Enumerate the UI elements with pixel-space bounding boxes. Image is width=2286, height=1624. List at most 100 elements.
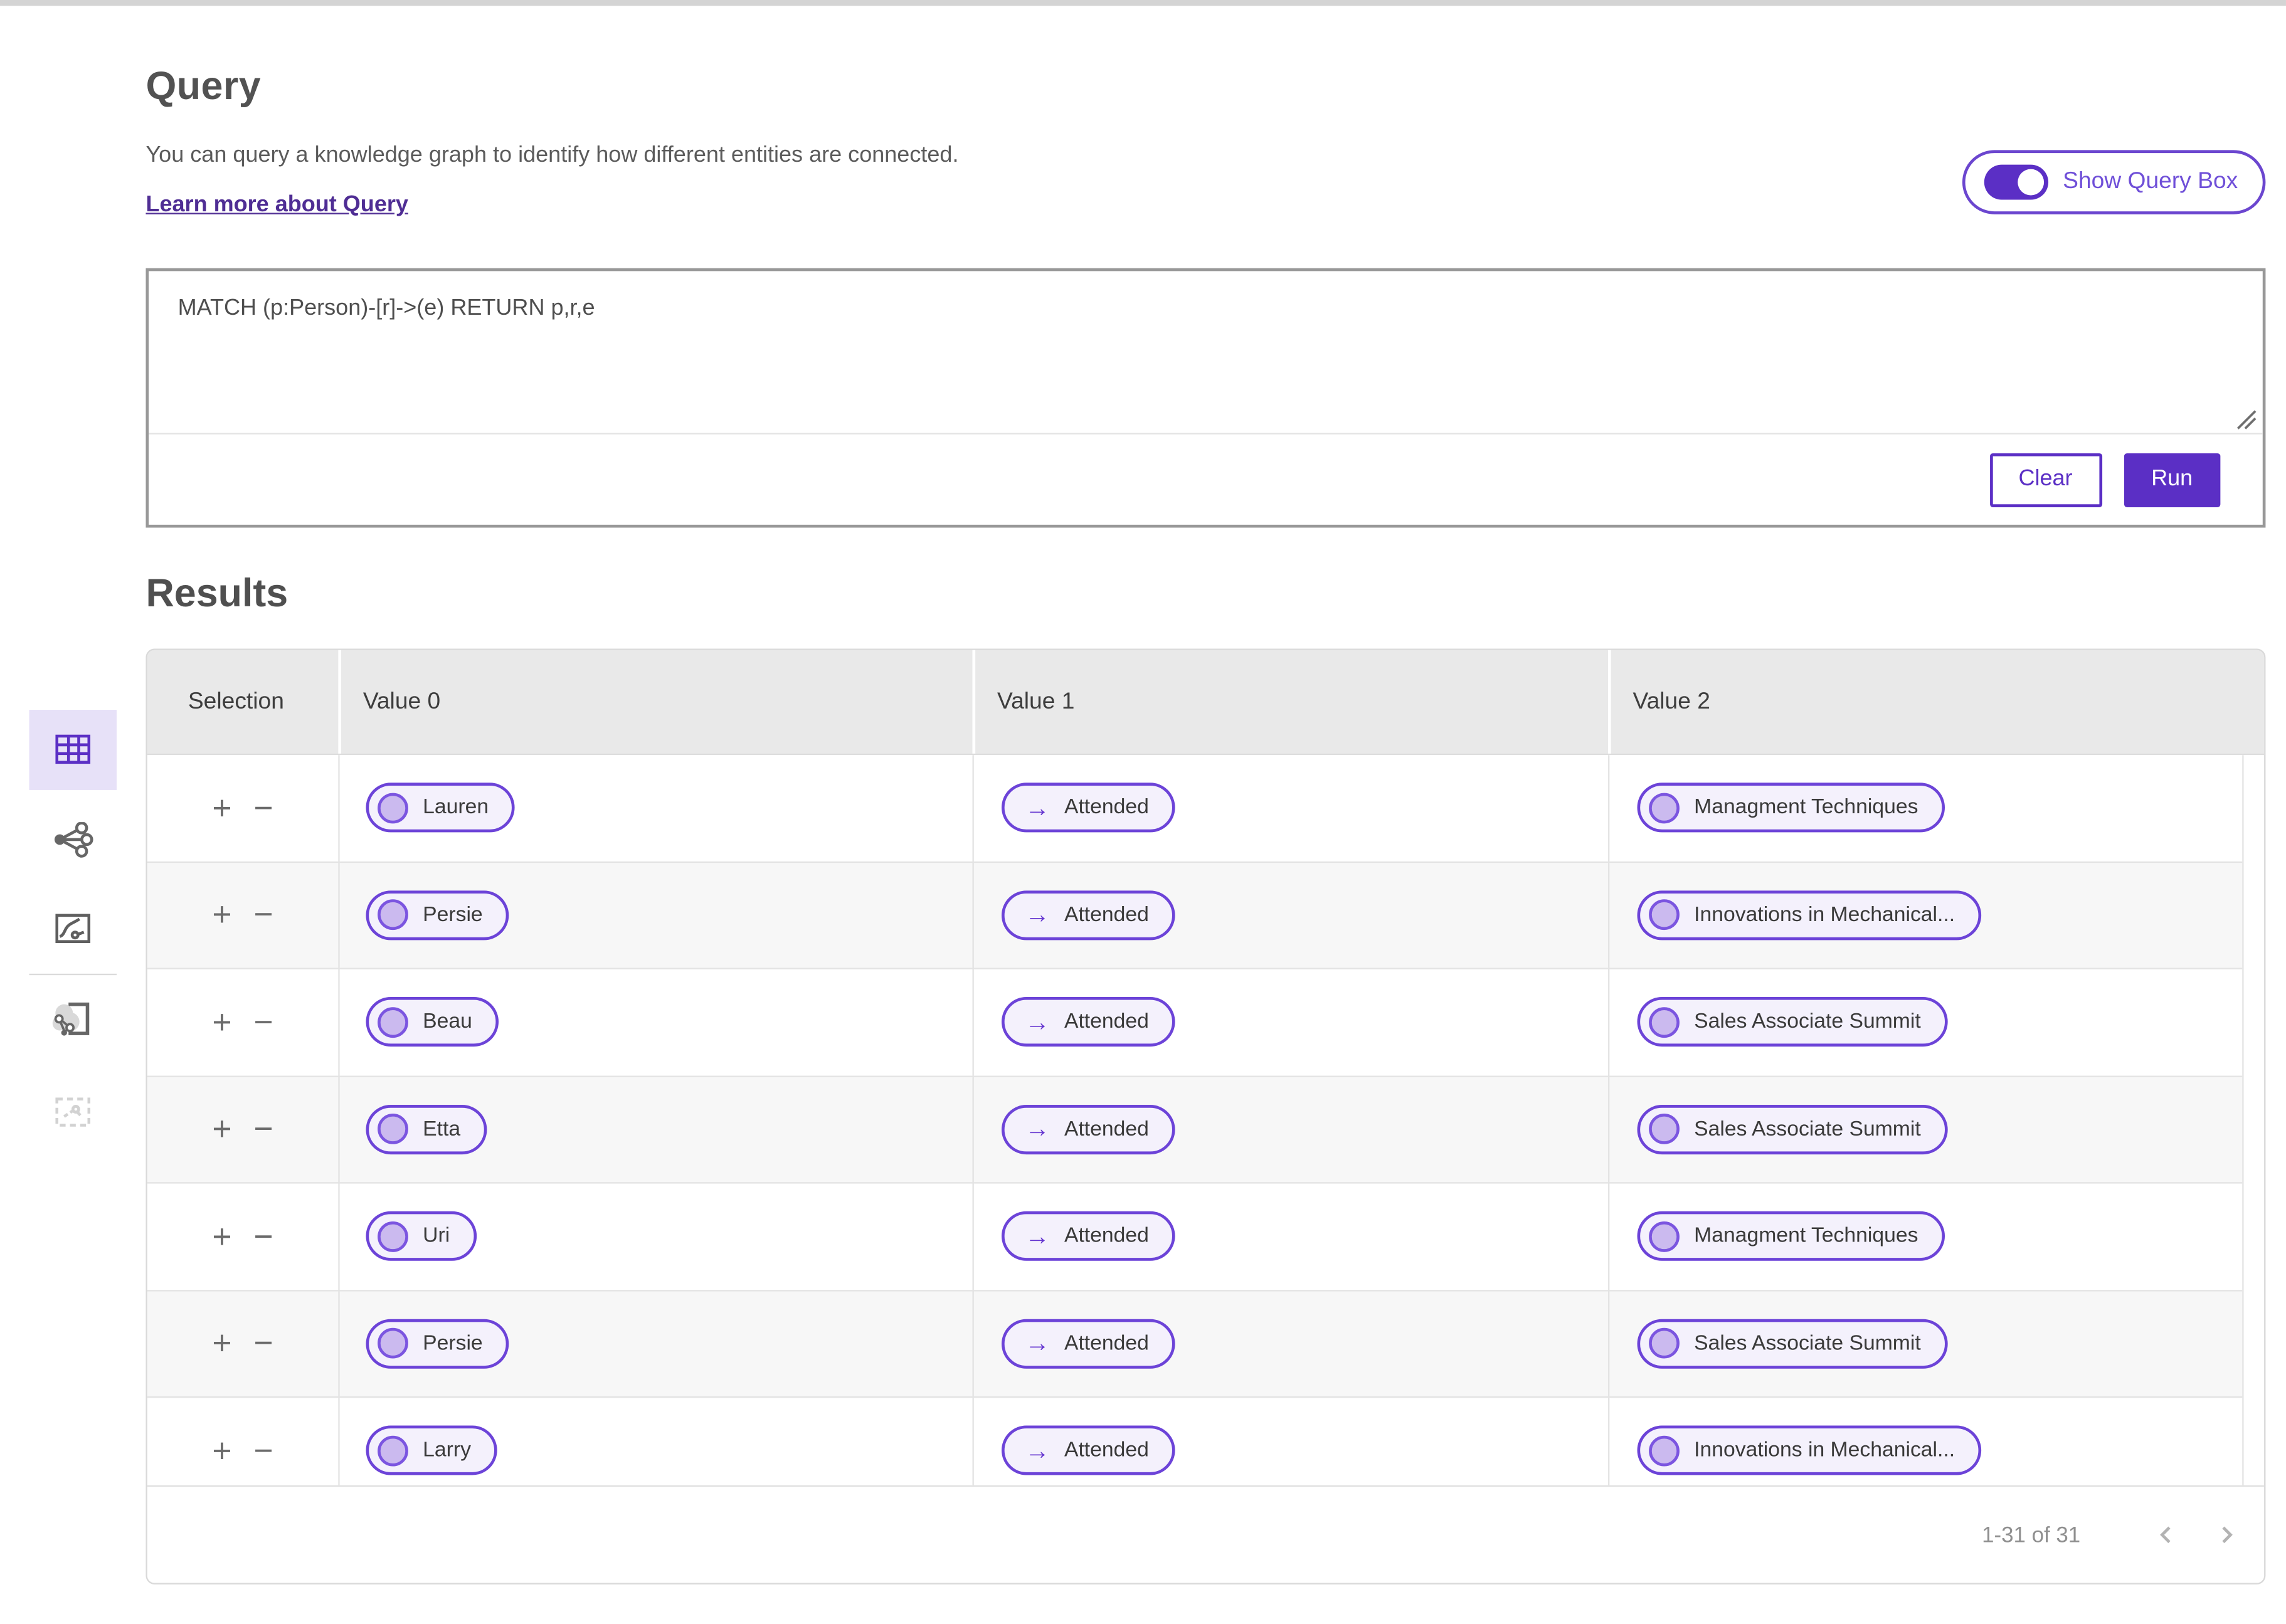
node-icon xyxy=(1649,1435,1680,1466)
dashed-box-icon xyxy=(55,1097,90,1126)
relation-pill[interactable]: →Attended xyxy=(1002,1319,1175,1368)
query-box: MATCH (p:Person)-[r]->(e) RETURN p,r,e C… xyxy=(146,268,2265,528)
node-label: Managment Techniques xyxy=(1694,796,1918,820)
node-pill[interactable]: Larry xyxy=(366,1426,497,1475)
node-label: Sales Associate Summit xyxy=(1694,1332,1921,1355)
node-pill[interactable]: Etta xyxy=(366,1104,486,1154)
table-row: + − Lauren → Attended Managment Technique… xyxy=(147,755,2242,862)
arrow-right-icon: → xyxy=(1025,1224,1050,1249)
node-icon xyxy=(1649,1114,1680,1145)
column-divider xyxy=(2242,755,2243,1485)
column-divider xyxy=(973,755,974,1485)
add-to-selection-button[interactable]: + xyxy=(212,1005,231,1038)
graph-frame-icon xyxy=(53,1000,93,1040)
arrow-right-icon: → xyxy=(1025,796,1050,821)
add-to-selection-button[interactable]: + xyxy=(212,899,231,932)
add-to-selection-button[interactable]: + xyxy=(212,1327,231,1360)
node-label: Uri xyxy=(423,1225,450,1248)
add-to-selection-button[interactable]: + xyxy=(212,1434,231,1467)
relation-pill[interactable]: →Attended xyxy=(1002,1426,1175,1475)
remove-from-selection-button[interactable]: − xyxy=(253,791,273,825)
query-footer: Clear Run xyxy=(149,433,2263,524)
table-row: + − Beau → Attended Sales Associate Summi… xyxy=(147,969,2242,1077)
remove-from-selection-button[interactable]: − xyxy=(253,1005,273,1038)
remove-from-selection-button[interactable]: − xyxy=(253,1327,273,1360)
node-pill[interactable]: Uri xyxy=(366,1211,476,1261)
remove-from-selection-button[interactable]: − xyxy=(253,899,273,932)
learn-more-link[interactable]: Learn more about Query xyxy=(146,192,408,219)
rail-item-graph-frame-view[interactable] xyxy=(29,979,116,1060)
table-row: + − Etta →Attended Sales Associate Summi… xyxy=(147,1077,2242,1184)
column-divider xyxy=(1608,755,1609,1485)
add-to-selection-button[interactable]: + xyxy=(212,1112,231,1146)
rail-item-network-view[interactable] xyxy=(29,800,116,880)
rail-item-chart-view[interactable] xyxy=(29,888,116,968)
node-pill[interactable]: Beau xyxy=(366,998,498,1047)
node-icon xyxy=(378,1114,408,1145)
node-label: Innovations in Mechanical... xyxy=(1694,904,1955,927)
table-header: Selection Value 0 Value 1 Value 2 xyxy=(147,650,2264,755)
node-label: Larry xyxy=(423,1439,471,1462)
add-to-selection-button[interactable]: + xyxy=(212,1220,231,1253)
node-pill[interactable]: Persie xyxy=(366,890,509,940)
relation-label: Attended xyxy=(1064,904,1149,927)
node-icon xyxy=(378,900,408,931)
results-title: Results xyxy=(146,571,2265,616)
node-pill[interactable]: Innovations in Mechanical... xyxy=(1638,1426,1981,1475)
toggle-on-switch[interactable] xyxy=(1984,165,2048,200)
relation-pill[interactable]: → Attended xyxy=(1002,783,1175,833)
arrow-right-icon: → xyxy=(1025,1331,1050,1356)
relation-label: Attended xyxy=(1064,796,1149,820)
rail-item-table-view[interactable] xyxy=(29,710,116,790)
relation-pill[interactable]: →Attended xyxy=(1002,1104,1175,1154)
remove-from-selection-button[interactable]: − xyxy=(253,1220,273,1253)
rail-item-selection-view[interactable] xyxy=(29,1072,116,1152)
node-pill[interactable]: Managment Techniques xyxy=(1638,783,1945,833)
description-row: You can query a knowledge graph to ident… xyxy=(146,143,2265,219)
arrow-right-icon: → xyxy=(1025,1010,1050,1035)
node-icon xyxy=(1649,1328,1680,1359)
column-header-selection: Selection xyxy=(147,650,339,754)
remove-from-selection-button[interactable]: − xyxy=(253,1434,273,1467)
query-page: Query You can query a knowledge graph to… xyxy=(0,0,2286,1624)
query-input[interactable]: MATCH (p:Person)-[r]->(e) RETURN p,r,e xyxy=(149,271,2263,433)
relation-label: Attended xyxy=(1064,1225,1149,1248)
node-pill[interactable]: Managment Techniques xyxy=(1638,1211,1945,1261)
run-button[interactable]: Run xyxy=(2124,453,2220,507)
relation-pill[interactable]: → Attended xyxy=(1002,998,1175,1047)
column-divider xyxy=(338,755,339,1485)
pagination-label: 1-31 of 31 xyxy=(1982,1522,2080,1548)
table-row: + − Uri → Attended Managment Techniques xyxy=(147,1184,2242,1291)
node-label: Etta xyxy=(423,1117,460,1141)
node-label: Persie xyxy=(423,1332,483,1355)
relation-label: Attended xyxy=(1064,1011,1149,1034)
main-content: Query You can query a knowledge graph to… xyxy=(146,0,2265,1584)
clear-button[interactable]: Clear xyxy=(1989,453,2102,507)
node-pill[interactable]: Lauren xyxy=(366,783,514,833)
prev-page-button[interactable] xyxy=(2147,1517,2183,1553)
node-pill[interactable]: Innovations in Mechanical... xyxy=(1638,890,1981,940)
add-to-selection-button[interactable]: + xyxy=(212,791,231,825)
relation-pill[interactable]: →Attended xyxy=(1002,890,1175,940)
node-pill[interactable]: Sales Associate Summit xyxy=(1638,1319,1947,1368)
view-rail xyxy=(29,710,116,1191)
rail-divider xyxy=(29,974,116,975)
column-header-value2: Value 2 xyxy=(1608,650,2264,754)
node-icon xyxy=(1649,900,1680,931)
next-page-button[interactable] xyxy=(2209,1517,2244,1553)
node-pill[interactable]: Sales Associate Summit xyxy=(1638,1104,1947,1154)
node-label: Persie xyxy=(423,904,483,927)
toggle-knob xyxy=(2018,169,2044,196)
remove-from-selection-button[interactable]: − xyxy=(253,1112,273,1146)
relation-pill[interactable]: → Attended xyxy=(1002,1211,1175,1261)
resize-grip-icon[interactable] xyxy=(2236,409,2257,430)
table-icon xyxy=(55,735,90,766)
relation-label: Attended xyxy=(1064,1439,1149,1462)
node-icon xyxy=(378,1328,408,1359)
node-label: Beau xyxy=(423,1011,472,1034)
node-pill[interactable]: Persie xyxy=(366,1319,509,1368)
column-header-value1: Value 1 xyxy=(973,650,1609,754)
node-pill[interactable]: Sales Associate Summit xyxy=(1638,998,1947,1047)
show-query-box-toggle[interactable]: Show Query Box xyxy=(1962,150,2266,214)
page-title: Query xyxy=(146,64,2265,109)
